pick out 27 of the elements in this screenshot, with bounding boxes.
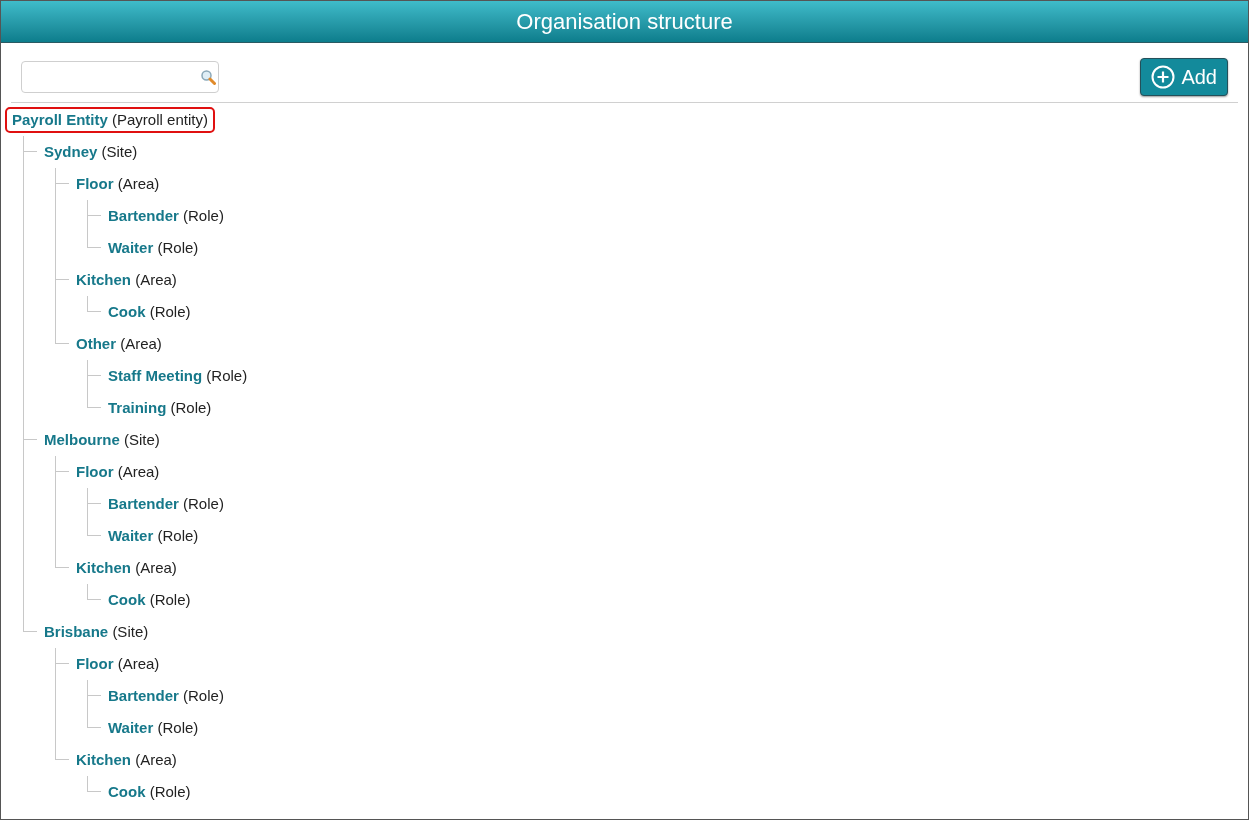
tree-node[interactable]: Other (Area) — [69, 331, 169, 357]
tree-node[interactable]: Waiter (Role) — [101, 235, 206, 261]
tree-node[interactable]: Floor (Area) — [69, 651, 167, 677]
tree-node[interactable]: Waiter (Role) — [101, 523, 206, 549]
tree-node[interactable]: Bartender (Role) — [101, 203, 231, 229]
tree-node[interactable]: Floor (Area) — [69, 171, 167, 197]
tree-node[interactable]: Bartender (Role) — [101, 491, 231, 517]
search-field[interactable] — [21, 61, 219, 93]
tree-node[interactable]: Cook (Role) — [101, 779, 198, 805]
plus-circle-icon — [1151, 65, 1176, 89]
tree-node[interactable]: Kitchen (Area) — [69, 747, 184, 773]
tree-node[interactable]: Kitchen (Area) — [69, 555, 184, 581]
search-icon — [200, 69, 216, 85]
tree-node[interactable]: Payroll Entity (Payroll entity) — [5, 107, 215, 133]
tree-node[interactable]: Melbourne (Site) — [37, 427, 167, 453]
tree-node[interactable]: Brisbane (Site) — [37, 619, 156, 645]
tree-node[interactable]: Cook (Role) — [101, 587, 198, 613]
add-button[interactable]: Add — [1140, 58, 1228, 96]
window-title: Organisation structure — [516, 8, 733, 36]
tree-node[interactable]: Staff Meeting (Role) — [101, 363, 255, 389]
tree-node[interactable]: Training (Role) — [101, 395, 219, 421]
tree-node[interactable]: Kitchen (Area) — [69, 267, 184, 293]
tree-node[interactable]: Waiter (Role) — [101, 715, 206, 741]
tree-node[interactable]: Sydney (Site) — [37, 139, 145, 165]
tree-node[interactable]: Bartender (Role) — [101, 683, 231, 709]
tree-node[interactable]: Floor (Area) — [69, 459, 167, 485]
tree-node[interactable]: Cook (Role) — [101, 299, 198, 325]
